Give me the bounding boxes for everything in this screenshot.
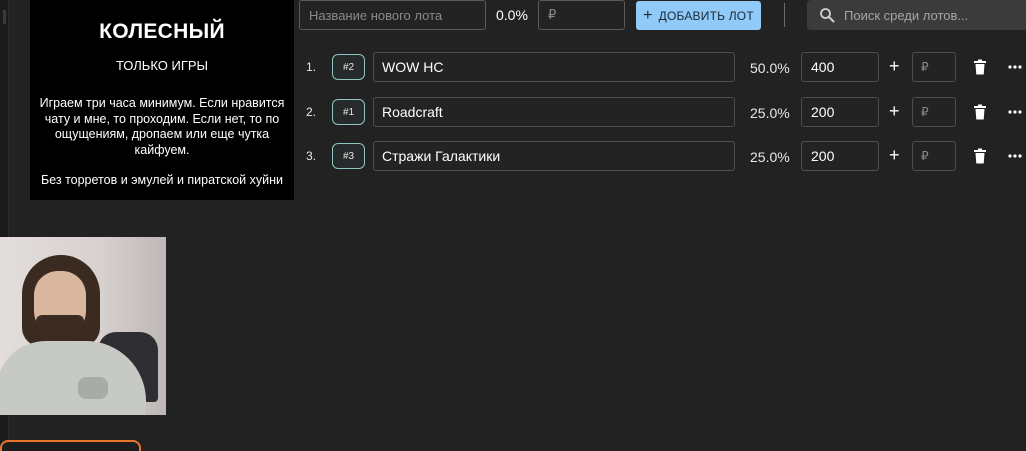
lot-add-amount-placeholder: ₽	[921, 60, 929, 74]
lot-percent: 25.0%	[750, 105, 790, 121]
plus-icon: +	[643, 6, 653, 24]
add-amount-plus-icon[interactable]: +	[889, 56, 900, 77]
toolbar-divider	[784, 3, 785, 27]
add-lot-label: ДОБАВИТЬ ЛОТ	[658, 8, 754, 23]
lot-id-badge[interactable]: #2	[332, 54, 365, 80]
new-lot-name-placeholder: Название нового лота	[309, 7, 443, 23]
webcam-overlay	[0, 237, 166, 415]
lot-amount-input[interactable]: 200	[801, 141, 879, 171]
more-horizontal-icon[interactable]	[1008, 65, 1022, 69]
lot-index: 1.	[306, 60, 317, 74]
left-edge-mark	[3, 10, 6, 24]
add-amount-plus-icon[interactable]: +	[889, 101, 900, 122]
new-lot-price-input[interactable]: ₽	[538, 0, 625, 30]
lot-id-badge[interactable]: #1	[332, 99, 365, 125]
add-lot-button[interactable]: + ДОБАВИТЬ ЛОТ	[636, 1, 761, 30]
lot-add-amount-input[interactable]: ₽	[912, 141, 956, 171]
new-lot-percent: 0.0%	[496, 7, 528, 23]
lot-amount-value: 400	[811, 59, 835, 75]
lot-name-input[interactable]: Roadcraft	[373, 97, 735, 127]
more-horizontal-icon[interactable]	[1008, 154, 1022, 158]
rules-note: Без торретов и эмулей и пиратской хуйни	[40, 173, 283, 187]
new-lot-price-placeholder: ₽	[548, 7, 557, 22]
lot-row: 1. #2 WOW HC 50.0% 400 + ₽	[0, 52, 1026, 82]
lot-index: 2.	[306, 105, 317, 119]
trash-icon[interactable]	[973, 104, 987, 120]
lot-name-value: Roadcraft	[382, 104, 443, 120]
lot-name-input[interactable]: Стражи Галактики	[373, 141, 735, 171]
trash-icon[interactable]	[973, 148, 987, 164]
rules-title: КОЛЕСНЫЙ	[99, 20, 225, 43]
lot-add-amount-placeholder: ₽	[921, 149, 929, 163]
lot-name-value: WOW HC	[382, 59, 444, 75]
new-lot-name-input[interactable]: Название нового лота	[299, 0, 486, 30]
lot-percent: 25.0%	[750, 149, 790, 165]
lot-index: 3.	[306, 149, 317, 163]
lot-amount-value: 200	[811, 104, 835, 120]
lot-search-input[interactable]: Поиск среди лотов...	[807, 0, 1026, 30]
lot-row: 3. #3 Стражи Галактики 25.0% 200 + ₽	[0, 141, 1026, 171]
lot-amount-input[interactable]: 200	[801, 97, 879, 127]
lot-amount-value: 200	[811, 148, 835, 164]
lot-name-input[interactable]: WOW HC	[373, 52, 735, 82]
lot-row: 2. #1 Roadcraft 25.0% 200 + ₽	[0, 97, 1026, 127]
lot-search-placeholder: Поиск среди лотов...	[844, 7, 969, 23]
lot-percent: 50.0%	[750, 60, 790, 76]
stream-overlay-card	[0, 440, 141, 451]
webcam-shirt-print	[78, 377, 108, 399]
trash-icon[interactable]	[973, 59, 987, 75]
lot-add-amount-input[interactable]: ₽	[912, 97, 956, 127]
add-amount-plus-icon[interactable]: +	[889, 145, 900, 166]
lot-name-value: Стражи Галактики	[382, 148, 501, 164]
search-icon	[820, 8, 835, 23]
lot-add-amount-input[interactable]: ₽	[912, 52, 956, 82]
lot-add-amount-placeholder: ₽	[921, 105, 929, 119]
more-horizontal-icon[interactable]	[1008, 110, 1022, 114]
lot-id-badge[interactable]: #3	[332, 143, 365, 169]
lot-amount-input[interactable]: 400	[801, 52, 879, 82]
